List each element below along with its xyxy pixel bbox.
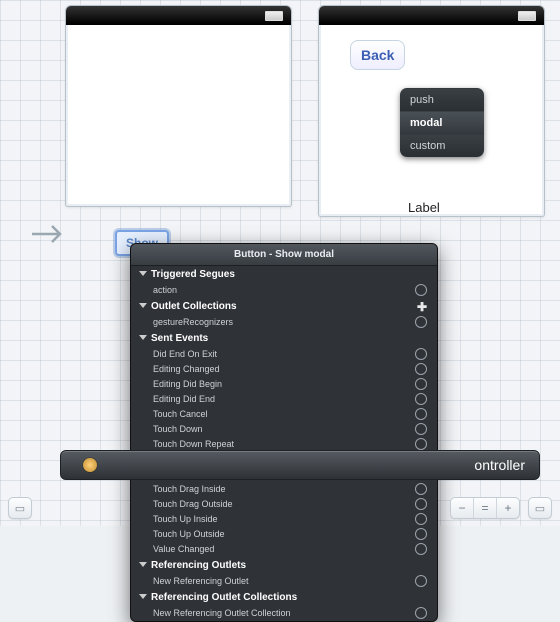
- device-frame-1: [65, 5, 292, 207]
- status-bar: [66, 6, 291, 25]
- connection-port-icon[interactable]: [415, 575, 427, 587]
- connection-row[interactable]: Touch Up Outside: [131, 526, 437, 541]
- assistant-toggle-button[interactable]: ▭: [528, 497, 552, 519]
- disclosure-triangle-icon: [139, 335, 147, 340]
- row-label: Touch Down Repeat: [153, 439, 234, 449]
- connection-row[interactable]: Touch Cancel: [131, 406, 437, 421]
- group-header-triggered-segues[interactable]: Triggered Segues: [131, 267, 437, 282]
- group-title: Referencing Outlets: [151, 560, 246, 571]
- disclosure-triangle-icon: [139, 562, 147, 567]
- group-header-sent-events[interactable]: Sent Events: [131, 331, 437, 346]
- connection-port-icon[interactable]: [415, 363, 427, 375]
- battery-icon: [518, 11, 536, 21]
- row-label: action: [153, 285, 177, 295]
- connection-port-icon[interactable]: [415, 438, 427, 450]
- row-label: New Referencing Outlet: [153, 576, 249, 586]
- canvas-footer: ▭ − = + ▭: [0, 494, 560, 522]
- row-label: Editing Did Begin: [153, 379, 222, 389]
- group-title: Outlet Collections: [151, 301, 237, 312]
- group-title: Sent Events: [151, 333, 208, 344]
- back-button[interactable]: Back: [350, 40, 405, 70]
- segue-option-modal[interactable]: modal: [400, 111, 484, 134]
- row-label: Editing Changed: [153, 364, 220, 374]
- connection-row[interactable]: New Referencing Outlet Collection: [131, 605, 437, 620]
- row-label: Editing Did End: [153, 394, 215, 404]
- scene-bar[interactable]: ontroller: [60, 450, 540, 480]
- row-label: Touch Cancel: [153, 409, 208, 419]
- add-icon[interactable]: ✚: [417, 300, 427, 314]
- zoom-out-button[interactable]: −: [451, 498, 474, 518]
- connection-row[interactable]: Value Changed: [131, 541, 437, 556]
- row-label: Touch Down: [153, 424, 203, 434]
- connection-port-icon[interactable]: [415, 423, 427, 435]
- zoom-in-button[interactable]: +: [497, 498, 519, 518]
- connection-row[interactable]: Editing Changed: [131, 361, 437, 376]
- connection-row[interactable]: action: [131, 282, 437, 297]
- connection-port-icon[interactable]: [415, 543, 427, 555]
- row-label: gestureRecognizers: [153, 317, 233, 327]
- zoom-fit-button[interactable]: =: [474, 498, 497, 518]
- panel-title: Button - Show modal: [131, 244, 437, 266]
- group-triggered-segues: Triggered Segues action: [131, 266, 437, 298]
- connection-row[interactable]: Editing Did Begin: [131, 376, 437, 391]
- connection-port-icon[interactable]: [415, 393, 427, 405]
- zoom-controls: − = +: [450, 497, 520, 519]
- connections-panel: Button - Show modal Triggered Segues act…: [130, 243, 438, 622]
- static-label: Label: [408, 200, 440, 215]
- row-label: Value Changed: [153, 544, 214, 554]
- connection-row[interactable]: Touch Down Repeat: [131, 436, 437, 451]
- connection-port-icon[interactable]: [415, 607, 427, 619]
- status-bar: [319, 6, 544, 25]
- group-header-outlet-collections[interactable]: Outlet Collections ✚: [131, 299, 437, 314]
- group-referencing-outlets: Referencing Outlets New Referencing Outl…: [131, 557, 437, 589]
- connection-port-icon[interactable]: [415, 483, 427, 495]
- group-header-referencing-outlet-collections[interactable]: Referencing Outlet Collections: [131, 590, 437, 605]
- connection-row[interactable]: Did End On Exit: [131, 346, 437, 361]
- first-responder-icon: [83, 458, 97, 472]
- connection-row[interactable]: Editing Did End: [131, 391, 437, 406]
- connection-port-icon[interactable]: [415, 378, 427, 390]
- outline-toggle-button[interactable]: ▭: [8, 497, 32, 519]
- disclosure-triangle-icon: [139, 303, 147, 308]
- push-arrow-icon: [30, 220, 65, 248]
- row-label: Touch Up Outside: [153, 529, 225, 539]
- connection-port-icon[interactable]: [415, 528, 427, 540]
- row-label: Touch Drag Inside: [153, 484, 226, 494]
- scene-label: ontroller: [474, 457, 525, 473]
- connection-port-icon[interactable]: [415, 348, 427, 360]
- row-label: Did End On Exit: [153, 349, 217, 359]
- connection-port-icon[interactable]: [415, 408, 427, 420]
- battery-icon: [265, 11, 283, 21]
- group-sent-events: Sent Events Did End On Exit Editing Chan…: [131, 330, 437, 557]
- disclosure-triangle-icon: [139, 271, 147, 276]
- group-outlet-collections: Outlet Collections ✚ gestureRecognizers: [131, 298, 437, 330]
- connection-row[interactable]: gestureRecognizers: [131, 314, 437, 329]
- segue-option-push[interactable]: push: [400, 88, 484, 111]
- segue-selection-popover: push modal custom: [400, 88, 484, 157]
- segue-option-custom[interactable]: custom: [400, 134, 484, 157]
- group-header-referencing-outlets[interactable]: Referencing Outlets: [131, 558, 437, 573]
- group-title: Referencing Outlet Collections: [151, 592, 297, 603]
- group-title: Triggered Segues: [151, 269, 235, 280]
- connection-port-icon[interactable]: [415, 284, 427, 296]
- disclosure-triangle-icon: [139, 594, 147, 599]
- connection-row[interactable]: Touch Down: [131, 421, 437, 436]
- connection-port-icon[interactable]: [415, 316, 427, 328]
- connection-row[interactable]: New Referencing Outlet: [131, 573, 437, 588]
- row-label: New Referencing Outlet Collection: [153, 608, 291, 618]
- group-referencing-outlet-collections: Referencing Outlet Collections New Refer…: [131, 589, 437, 621]
